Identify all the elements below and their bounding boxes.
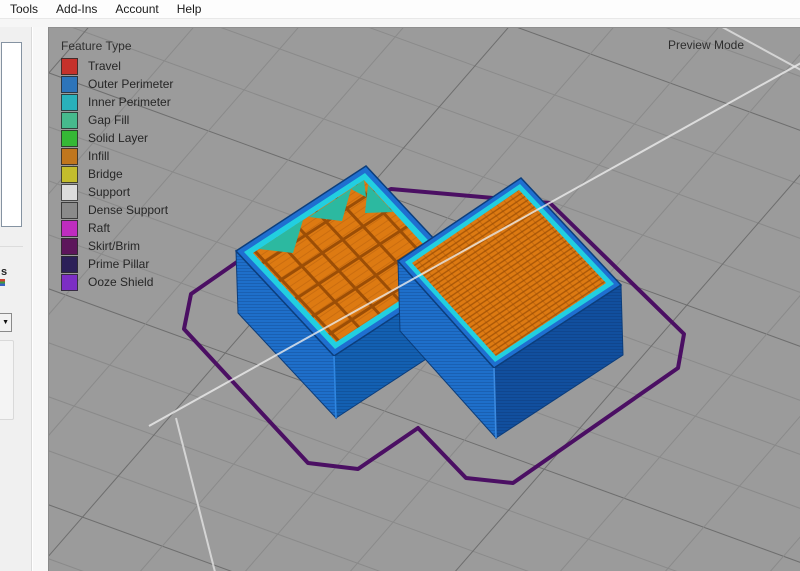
left-settings-panel: s ▼ bbox=[0, 27, 32, 571]
legend-item-label: Dense Support bbox=[88, 203, 168, 217]
panel-divider bbox=[0, 246, 23, 247]
panel-groupbox bbox=[0, 340, 14, 420]
legend-item-label: Outer Perimeter bbox=[88, 77, 173, 91]
legend-item: Prime Pillar bbox=[61, 255, 173, 273]
legend-item: Outer Perimeter bbox=[61, 75, 173, 93]
process-listbox[interactable] bbox=[1, 42, 22, 227]
legend-item-label: Prime Pillar bbox=[88, 257, 149, 271]
legend-color-swatch bbox=[61, 94, 78, 111]
toolbar-strip bbox=[0, 18, 800, 27]
legend-color-swatch bbox=[61, 112, 78, 129]
legend-title: Feature Type bbox=[61, 39, 173, 53]
cropped-icon bbox=[0, 279, 5, 286]
legend-item-label: Bridge bbox=[88, 167, 123, 181]
legend-item: Solid Layer bbox=[61, 129, 173, 147]
panel-splitter[interactable] bbox=[33, 27, 48, 571]
legend-item: Ooze Shield bbox=[61, 273, 173, 291]
legend-color-swatch bbox=[61, 76, 78, 93]
legend-color-swatch bbox=[61, 166, 78, 183]
legend-item-label: Support bbox=[88, 185, 130, 199]
legend-color-swatch bbox=[61, 202, 78, 219]
legend-color-swatch bbox=[61, 184, 78, 201]
menu-item-add-ins[interactable]: Add-Ins bbox=[56, 2, 97, 16]
menu-bar: Tools Add-Ins Account Help bbox=[0, 0, 800, 18]
legend-item: Dense Support bbox=[61, 201, 173, 219]
legend-item: Bridge bbox=[61, 165, 173, 183]
legend-item-label: Solid Layer bbox=[88, 131, 148, 145]
legend-color-swatch bbox=[61, 220, 78, 237]
legend-item-label: Inner Perimeter bbox=[88, 95, 171, 109]
legend-color-swatch bbox=[61, 148, 78, 165]
legend-color-swatch bbox=[61, 130, 78, 147]
right-model[interactable] bbox=[398, 178, 623, 438]
legend-item-label: Gap Fill bbox=[88, 113, 129, 127]
legend-item: Support bbox=[61, 183, 173, 201]
legend-rows: Travel Outer Perimeter Inner Perimeter Gap … bbox=[61, 57, 173, 291]
legend-item-label: Skirt/Brim bbox=[88, 239, 140, 253]
legend-item: Inner Perimeter bbox=[61, 93, 173, 111]
legend-item: Skirt/Brim bbox=[61, 237, 173, 255]
legend-color-swatch bbox=[61, 256, 78, 273]
legend-color-swatch bbox=[61, 58, 78, 75]
legend-item: Infill bbox=[61, 147, 173, 165]
legend-color-swatch bbox=[61, 274, 78, 291]
legend-item-label: Raft bbox=[88, 221, 110, 235]
cropped-label-fragment: s bbox=[1, 266, 7, 278]
legend-item: Travel bbox=[61, 57, 173, 75]
dropdown-button[interactable]: ▼ bbox=[0, 313, 12, 332]
preview-viewport[interactable]: Feature Type Travel Outer Perimeter Inner … bbox=[48, 27, 800, 571]
menu-item-tools[interactable]: Tools bbox=[10, 2, 38, 16]
legend-item-label: Travel bbox=[88, 59, 121, 73]
chevron-down-icon: ▼ bbox=[2, 319, 9, 326]
legend-item: Gap Fill bbox=[61, 111, 173, 129]
legend-item-label: Infill bbox=[88, 149, 109, 163]
menu-item-help[interactable]: Help bbox=[177, 2, 202, 16]
menu-item-account[interactable]: Account bbox=[115, 2, 158, 16]
feature-type-legend: Feature Type Travel Outer Perimeter Inner … bbox=[61, 39, 173, 291]
legend-item: Raft bbox=[61, 219, 173, 237]
legend-item-label: Ooze Shield bbox=[88, 275, 153, 289]
legend-color-swatch bbox=[61, 238, 78, 255]
preview-mode-label: Preview Mode bbox=[668, 38, 744, 52]
